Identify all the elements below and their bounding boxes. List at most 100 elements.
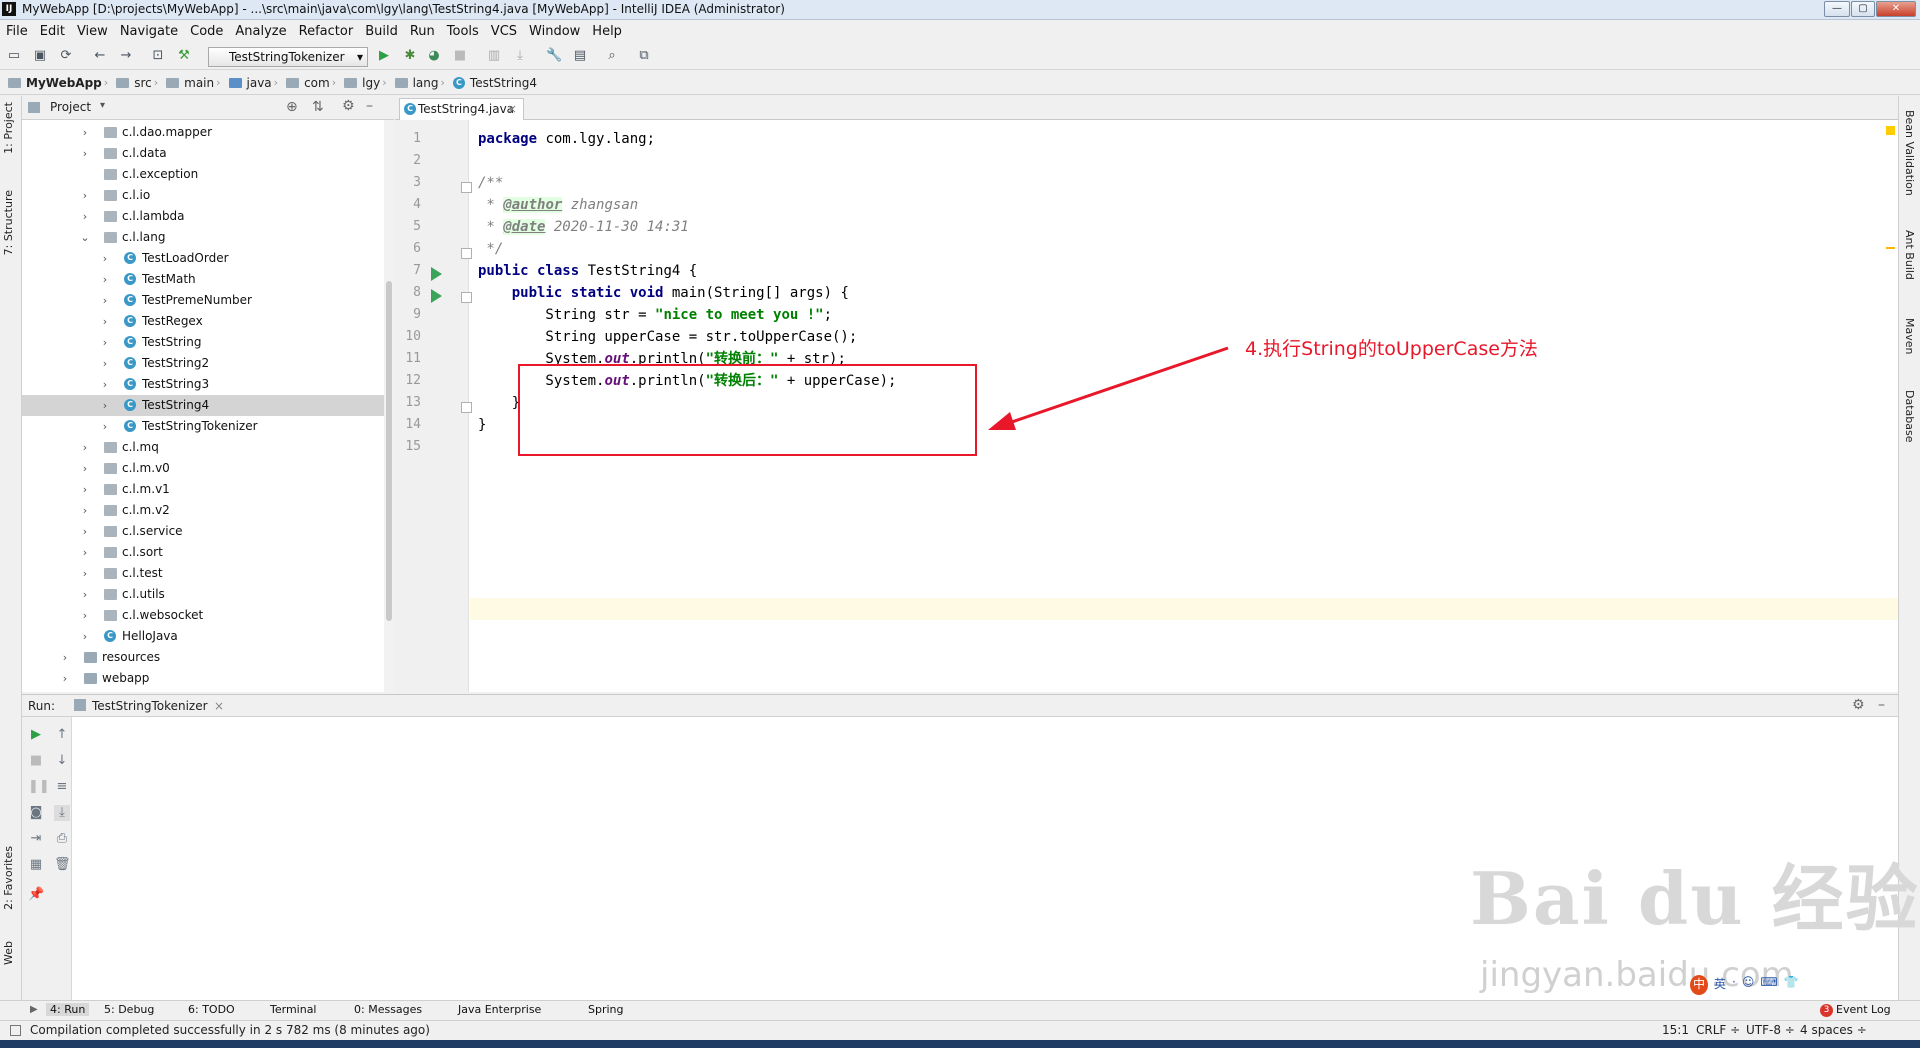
menu-help[interactable]: Help xyxy=(592,24,622,39)
menu-code[interactable]: Code xyxy=(190,24,223,39)
menu-view[interactable]: View xyxy=(77,24,108,39)
chevron-right-icon[interactable]: › xyxy=(100,269,110,290)
chevron-right-icon[interactable]: › xyxy=(80,605,90,626)
fold-marker-icon[interactable] xyxy=(461,182,472,193)
line-separator[interactable]: CRLF ÷ xyxy=(1696,1023,1740,1037)
chevron-right-icon[interactable]: › xyxy=(80,122,90,143)
back-arrow-icon[interactable]: ← xyxy=(92,48,108,64)
chevron-down-icon[interactable]: ▾ xyxy=(100,100,105,111)
tree-item[interactable]: › c.l.sort xyxy=(22,542,384,563)
sync-icon[interactable]: ⟳ xyxy=(58,48,74,64)
ime-lang-toggle[interactable]: 英 xyxy=(1714,975,1726,995)
tab-terminal[interactable]: Terminal xyxy=(270,1003,317,1016)
ime-emoji-icon[interactable]: ☺ xyxy=(1742,975,1755,995)
trash-icon[interactable]: 🗑 xyxy=(54,857,71,873)
fold-marker-icon[interactable] xyxy=(461,248,472,259)
chevron-down-icon[interactable]: ⌄ xyxy=(80,227,90,248)
settings-wrench-icon[interactable]: 🔧 xyxy=(546,48,562,64)
run-gutter-icon[interactable] xyxy=(431,267,442,281)
structure-tool-tab[interactable]: 7: Structure xyxy=(2,190,15,255)
chevron-right-icon[interactable]: › xyxy=(100,395,110,416)
project-structure-icon[interactable]: ▤ xyxy=(572,48,588,64)
soft-wrap-icon[interactable]: ≡ xyxy=(54,779,70,795)
file-encoding[interactable]: UTF-8 ÷ xyxy=(1746,1023,1795,1037)
gear-icon[interactable]: ⚙ xyxy=(1852,697,1865,713)
tree-item[interactable]: ⌄ c.l.lang xyxy=(22,227,384,248)
chevron-right-icon[interactable]: › xyxy=(80,458,90,479)
chevron-right-icon[interactable]: › xyxy=(60,647,70,668)
project-scroll-thumb[interactable] xyxy=(386,281,392,621)
chevron-right-icon[interactable]: › xyxy=(100,290,110,311)
code-line-10[interactable]: String upperCase = str.toUpperCase(); xyxy=(478,326,857,348)
maven-tab[interactable]: Maven xyxy=(1903,318,1916,354)
login-icon[interactable]: ⇥ xyxy=(28,831,44,847)
stop-icon[interactable]: ■ xyxy=(28,753,44,769)
tab-teststring4[interactable]: C TestString4.java × xyxy=(399,98,524,120)
build-hammer-icon[interactable]: ⚒ xyxy=(176,48,192,64)
menu-build[interactable]: Build xyxy=(365,24,398,39)
run-gutter-icon[interactable] xyxy=(431,289,442,303)
chevron-right-icon[interactable]: › xyxy=(80,542,90,563)
debug-icon[interactable]: ✱ xyxy=(402,48,418,64)
breadcrumb-src[interactable]: src › xyxy=(116,76,162,90)
gear-icon[interactable]: ⚙ xyxy=(342,98,355,114)
tree-item[interactable]: › C TestString2 xyxy=(22,353,384,374)
menu-file[interactable]: File xyxy=(6,24,28,39)
breadcrumb-lang[interactable]: lang › xyxy=(394,76,449,90)
tab-debug[interactable]: 5: Debug xyxy=(104,1003,154,1016)
camera-icon[interactable]: ◙ xyxy=(28,805,44,821)
tree-item[interactable]: › c.l.websocket xyxy=(22,605,384,626)
tab-spring[interactable]: Spring xyxy=(588,1003,624,1016)
locate-icon[interactable]: ⊕ xyxy=(286,99,298,115)
run-icon[interactable]: ▶ xyxy=(376,48,392,64)
menu-navigate[interactable]: Navigate xyxy=(120,24,178,39)
tree-item[interactable]: › c.l.m.v2 xyxy=(22,500,384,521)
breadcrumb-project[interactable]: MyWebApp › xyxy=(8,76,112,90)
coverage-icon[interactable]: ◕ xyxy=(426,48,442,64)
tab-messages[interactable]: 0: Messages xyxy=(354,1003,422,1016)
code-line-8[interactable]: public static void main(String[] args) { xyxy=(478,282,849,304)
chevron-right-icon[interactable]: › xyxy=(80,584,90,605)
tab-run[interactable]: 4: Run xyxy=(46,1003,90,1016)
breadcrumb-main[interactable]: main › xyxy=(166,76,224,90)
ime-skin-icon[interactable]: 👕 xyxy=(1784,975,1799,995)
breadcrumb-java[interactable]: java › xyxy=(228,76,283,90)
tree-item[interactable]: › webapp xyxy=(22,668,384,689)
menu-analyze[interactable]: Analyze xyxy=(235,24,286,39)
chevron-right-icon[interactable]: › xyxy=(80,437,90,458)
web-tool-tab[interactable]: Web xyxy=(2,941,15,965)
minimize-button[interactable]: — xyxy=(1824,1,1850,17)
tree-item[interactable]: › c.l.m.v1 xyxy=(22,479,384,500)
tree-item[interactable]: › c.l.mq xyxy=(22,437,384,458)
up-arrow-icon[interactable]: ↑ xyxy=(54,727,70,743)
fold-marker-icon[interactable] xyxy=(461,402,472,413)
chevron-right-icon[interactable]: › xyxy=(80,500,90,521)
attach-icon[interactable]: ▥ xyxy=(486,48,502,64)
vcs-icon[interactable]: ⧉ xyxy=(636,48,652,64)
rerun-icon[interactable]: ▶ xyxy=(28,727,44,743)
collapse-all-icon[interactable]: ⇅ xyxy=(312,99,324,115)
hide-panel-icon[interactable]: – xyxy=(366,98,373,114)
down-arrow-icon[interactable]: ↓ xyxy=(54,753,70,769)
database-tab[interactable]: Database xyxy=(1903,390,1916,443)
scroll-to-end-icon[interactable]: ⤓ xyxy=(54,805,70,821)
tree-item[interactable]: › resources xyxy=(22,647,384,668)
tree-item[interactable]: › C TestString3 xyxy=(22,374,384,395)
chevron-right-icon[interactable]: › xyxy=(80,521,90,542)
menu-run[interactable]: Run xyxy=(410,24,435,39)
tree-item[interactable]: c.l.exception xyxy=(22,164,384,185)
tree-item[interactable]: › C HelloJava xyxy=(22,626,384,647)
chevron-right-icon[interactable]: › xyxy=(80,563,90,584)
ime-logo-icon[interactable]: 中 xyxy=(1690,975,1708,995)
close-icon[interactable]: × xyxy=(214,699,224,713)
pin-icon[interactable]: 📌 xyxy=(28,887,44,903)
chevron-right-icon[interactable]: › xyxy=(100,332,110,353)
analysis-warning-marker[interactable] xyxy=(1886,126,1895,135)
code-line-4[interactable]: * @author zhangsan xyxy=(478,194,638,216)
menu-vcs[interactable]: VCS xyxy=(491,24,517,39)
recent-files-icon[interactable]: ⊡ xyxy=(150,48,166,64)
chevron-right-icon[interactable]: › xyxy=(100,311,110,332)
fold-marker-icon[interactable] xyxy=(461,292,472,303)
tab-event-log[interactable]: Event Log xyxy=(1836,1003,1891,1016)
breadcrumb-class[interactable]: C TestString4 xyxy=(452,76,537,90)
